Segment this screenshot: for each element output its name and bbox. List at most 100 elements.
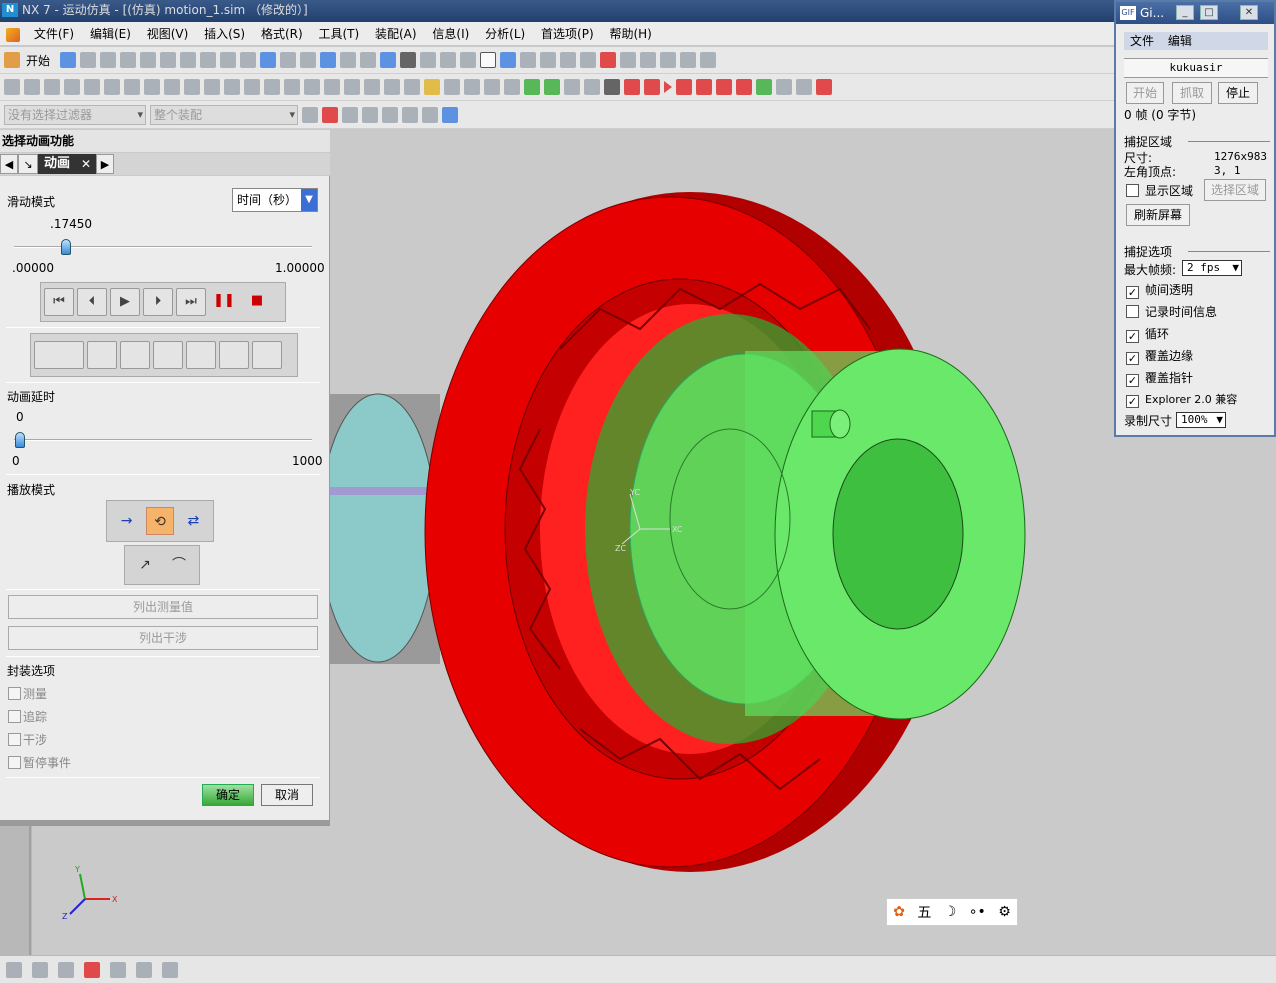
background-icon[interactable] [480,52,497,68]
paste-icon[interactable] [120,52,137,68]
toolbar-icon-29[interactable] [600,52,617,68]
toolbar2-icon-41[interactable] [796,79,812,95]
undo-icon[interactable] [160,52,177,68]
menu-file[interactable]: 文件(F) [28,22,80,46]
status-icon-2[interactable] [32,961,48,978]
toolbar2-icon-18[interactable] [344,79,360,95]
delay-slider-track[interactable] [14,439,312,441]
ok-button[interactable]: 确定 [202,784,254,806]
toolbar2-icon-9[interactable] [164,79,180,95]
tab-animation[interactable]: 动画 [38,154,77,174]
maximize-icon[interactable]: □ [1200,5,1218,20]
nx-menu-icon[interactable] [6,27,20,42]
toolbar2-icon-24[interactable] [464,79,480,95]
minimize-icon[interactable]: _ [1176,5,1194,20]
gif-grab-button[interactable]: 抓取 [1172,82,1212,104]
toolbar2-icon-22[interactable] [424,79,440,95]
toolbar3-icon-3[interactable] [342,106,358,123]
explode-tool-button[interactable] [186,341,216,369]
toolbar2-icon-13[interactable] [244,79,260,95]
toolbar2-icon-5[interactable] [84,79,100,95]
dots-icon[interactable]: ∘• [969,904,986,920]
gif-menu-file[interactable]: 文件 [1130,34,1154,48]
loop-icon[interactable]: ⟲ [146,507,174,535]
toolbar-icon-11[interactable] [240,52,257,68]
toolbar2-icon-4[interactable] [64,79,80,95]
wu-char-icon[interactable]: 五 [917,902,931,922]
toolbar-icon-28[interactable] [580,52,597,68]
toolbar2-icon-19[interactable] [364,79,380,95]
stop-button[interactable]: ■ [242,288,272,316]
pan-icon[interactable] [340,52,357,68]
stop-icon[interactable] [736,79,752,95]
toolbar-icon-20[interactable] [420,52,437,68]
pause-button[interactable]: ❚❚ [209,288,239,316]
toolbar3-icon-4[interactable] [362,106,378,123]
play-back-green-icon[interactable] [524,79,540,95]
toolbar2-icon-15[interactable] [284,79,300,95]
time-slider-track[interactable] [14,246,312,248]
menu-view[interactable]: 视图(V) [141,22,195,46]
status-icon-6[interactable] [136,961,152,978]
tab-next-button[interactable]: ▶ [96,154,115,174]
menu-tools[interactable]: 工具(T) [312,22,365,46]
tab-pin-icon[interactable]: ↘ [18,154,38,174]
max-fps-select[interactable]: 2 fps ▼ [1182,260,1242,276]
show-area-checkbox[interactable]: 显示区域 [1126,182,1193,199]
menu-analysis[interactable]: 分析(L) [479,22,531,46]
option-checkbox-4[interactable]: ✓ 覆盖指针 [1126,369,1193,387]
toolbar-icon-22[interactable] [460,52,477,68]
play-icon[interactable] [664,81,672,93]
filter-select[interactable]: 没有选择过滤器 [4,104,146,125]
toolbar-icon-30[interactable] [620,52,637,68]
step-forward-icon[interactable] [676,79,692,95]
menu-help[interactable]: 帮助(H) [603,22,657,46]
function-icon[interactable] [44,79,60,95]
rewind-to-start-button[interactable]: ⏮ [44,288,74,316]
toolbar-icon-31[interactable] [640,52,657,68]
toolbar-icon-34[interactable] [700,52,717,68]
moon-icon[interactable]: ☽ [944,904,957,920]
slide-mode-icon[interactable]: ↗ [131,551,159,579]
tab-close-icon[interactable]: ✕ [76,154,97,174]
step-back-icon[interactable] [644,79,660,95]
time-slider-thumb[interactable] [61,239,71,255]
fast-forward-button[interactable]: ⏭ [176,288,206,316]
copy-icon[interactable] [100,52,117,68]
toolbar2-icon-7[interactable] [124,79,140,95]
list-interference-button[interactable]: 列出干涉 [8,626,318,650]
toolbar-icon-17[interactable] [360,52,377,68]
rewind-icon[interactable] [624,79,640,95]
toolbar2-icon-25[interactable] [484,79,500,95]
list-measurements-button[interactable]: 列出测量值 [8,595,318,619]
toolbar2-icon-6[interactable] [104,79,120,95]
snapshot-options-button[interactable] [34,341,84,369]
start-button[interactable]: 开始 [24,52,56,69]
shaded-view-icon[interactable] [380,52,397,68]
status-icon-3[interactable] [58,961,74,978]
select-area-button[interactable]: 选择区域 [1204,179,1266,201]
assembly-scope-select[interactable]: 整个装配 [150,104,298,125]
menu-insert[interactable]: 插入(S) [198,22,251,46]
toolbar2-icon-8[interactable] [144,79,160,95]
toolbar2-icon-21[interactable] [404,79,420,95]
step-back-button[interactable]: ⏴ [77,288,107,316]
render-style-icon[interactable] [400,52,417,68]
slide-mode-select[interactable]: 时间（秒） ▼ [232,188,318,212]
option-checkbox-2[interactable]: ✓ 循环 [1126,325,1169,343]
interference-tool-button[interactable] [219,341,249,369]
toolbar-icon-33[interactable] [680,52,697,68]
fast-forward-icon[interactable] [696,79,712,95]
toolbar2-icon-20[interactable] [384,79,400,95]
trace-tool-button[interactable] [87,341,117,369]
zoom-icon[interactable] [280,52,297,68]
rotate-icon[interactable] [320,52,337,68]
toolbar2-icon-11[interactable] [204,79,220,95]
status-icon-4[interactable] [84,961,100,978]
tab-prev-button[interactable]: ◀ [0,154,18,174]
toolbar-icon-27[interactable] [560,52,577,68]
measure-checkbox[interactable]: 测量 [8,685,47,702]
toolbar2-icon-31[interactable] [604,79,620,95]
option-checkbox-3[interactable]: ✓ 覆盖边缘 [1126,347,1193,365]
toolbar-icon-21[interactable] [440,52,457,68]
